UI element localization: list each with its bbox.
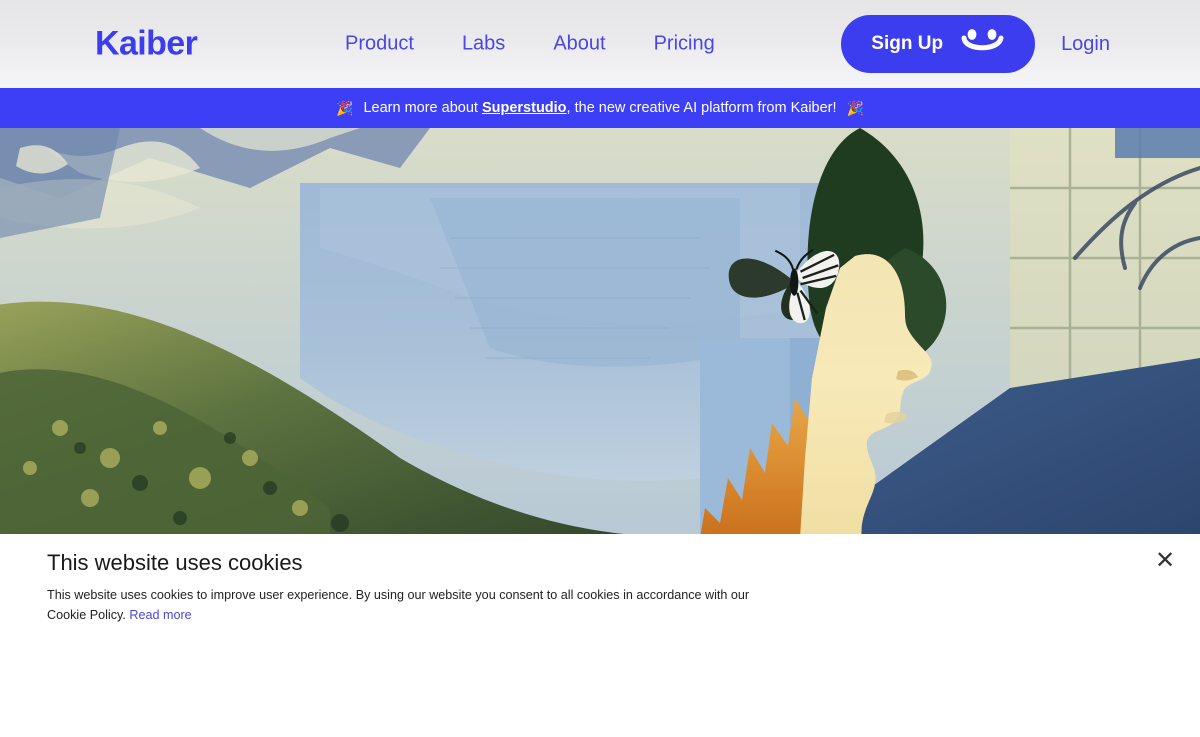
close-x-icon[interactable]: ✕ — [1148, 544, 1182, 578]
superstudio-link[interactable]: Superstudio — [482, 100, 567, 116]
cookie-consent-banner: This website uses cookies This website u… — [0, 534, 1200, 737]
nav-link-product[interactable]: Product — [345, 33, 414, 56]
announcement-text: Learn more about Superstudio, the new cr… — [363, 100, 836, 116]
hero-artwork — [0, 128, 1200, 538]
kaiber-logo[interactable]: Kaiber — [95, 25, 198, 64]
cookie-banner-description: This website uses cookies to improve use… — [47, 585, 762, 625]
announcement-text-before: Learn more about — [363, 100, 482, 116]
nav-link-about[interactable]: About — [553, 33, 605, 56]
party-popper-icon-right: 🎉 — [846, 99, 864, 116]
read-more-link[interactable]: Read more — [129, 608, 191, 622]
cookie-banner-title: This website uses cookies — [47, 550, 303, 575]
party-popper-icon-left: 🎉 — [336, 99, 354, 116]
page-root: Kaiber Product Labs About Pricing Sign U… — [0, 0, 1200, 737]
login-link[interactable]: Login — [1061, 33, 1110, 56]
nav-link-pricing[interactable]: Pricing — [654, 33, 715, 56]
nav-link-labs[interactable]: Labs — [462, 33, 505, 56]
main-navigation: Product Labs About Pricing — [345, 33, 715, 56]
site-header: Kaiber Product Labs About Pricing Sign U… — [0, 0, 1200, 88]
sign-up-label: Sign Up — [871, 33, 944, 54]
smiley-face-icon — [959, 27, 1009, 61]
announcement-text-after: , the new creative AI platform from Kaib… — [566, 100, 837, 116]
announcement-banner[interactable]: 🎉 Learn more about Superstudio, the new … — [0, 88, 1200, 128]
sign-up-button[interactable]: Sign Up — [841, 15, 1036, 73]
header-actions: Sign Up Login — [841, 15, 1110, 73]
